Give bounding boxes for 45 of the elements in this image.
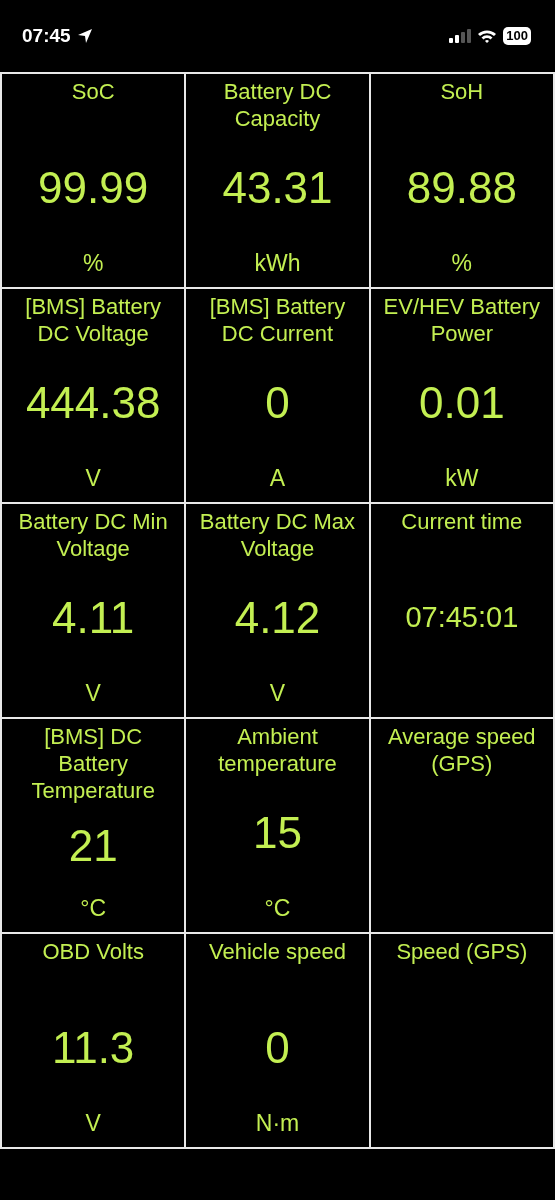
- unit-label: °C: [80, 895, 107, 921]
- gauge-title: Ambient temperature: [217, 723, 338, 777]
- gauge-title: SoH: [440, 78, 484, 106]
- gauge-value: 21: [68, 821, 118, 871]
- gauge-title: Speed (GPS): [396, 938, 528, 966]
- gauge-value: 0.01: [419, 377, 505, 428]
- unit-label: V: [269, 680, 286, 706]
- gauge-value: 15: [253, 807, 302, 858]
- gauge-title: [BMS] Battery DC Voltage: [24, 293, 162, 347]
- gauge-value: 0: [265, 1022, 290, 1073]
- gauge-title: Battery DC Max Voltage: [198, 508, 357, 562]
- unit-label: kW: [445, 465, 479, 491]
- gauge-value: 89.88: [406, 162, 517, 213]
- battery-indicator: 100: [503, 27, 531, 45]
- unit-label: °C: [264, 895, 291, 921]
- signal-icon: [449, 29, 472, 43]
- gauge-title: Battery DC Capacity: [222, 78, 333, 132]
- gauge-title: Battery DC Min Voltage: [17, 508, 169, 562]
- status-time: 07:45: [22, 25, 71, 47]
- gauge-value: 99.99: [38, 162, 149, 213]
- gauge-title: OBD Volts: [42, 938, 144, 966]
- gauge-value: 0: [265, 377, 290, 428]
- unit-label: N·m: [255, 1110, 300, 1136]
- gauge-value: 11.3: [51, 1022, 135, 1073]
- wifi-icon: [477, 28, 498, 44]
- gauge-title: Average speed (GPS): [387, 723, 537, 777]
- unit-label: %: [451, 250, 473, 276]
- gauge-title: SoC: [71, 78, 115, 106]
- gauge-value: 4.11: [51, 592, 135, 643]
- unit-label: V: [85, 680, 101, 706]
- gauge-title: [BMS] Battery DC Current: [208, 293, 347, 347]
- unit-label: V: [85, 1110, 101, 1136]
- unit-label: kWh: [254, 250, 301, 276]
- gauge-value: 43.31: [222, 162, 333, 213]
- gauge-title: Current time: [401, 508, 523, 536]
- time-value: 07:45:01: [405, 601, 519, 634]
- gauge-title: Vehicle speed: [209, 938, 346, 966]
- gauge-title: [BMS] DC Battery Temperature: [30, 723, 156, 804]
- gauge-title: EV/HEV Battery Power: [382, 293, 542, 347]
- unit-label: A: [269, 465, 286, 491]
- gauge-value: 4.12: [234, 592, 321, 643]
- location-arrow-icon: [76, 28, 93, 44]
- gauge-value: 444.38: [25, 377, 161, 428]
- unit-label: V: [85, 465, 101, 491]
- unit-label: %: [82, 250, 104, 276]
